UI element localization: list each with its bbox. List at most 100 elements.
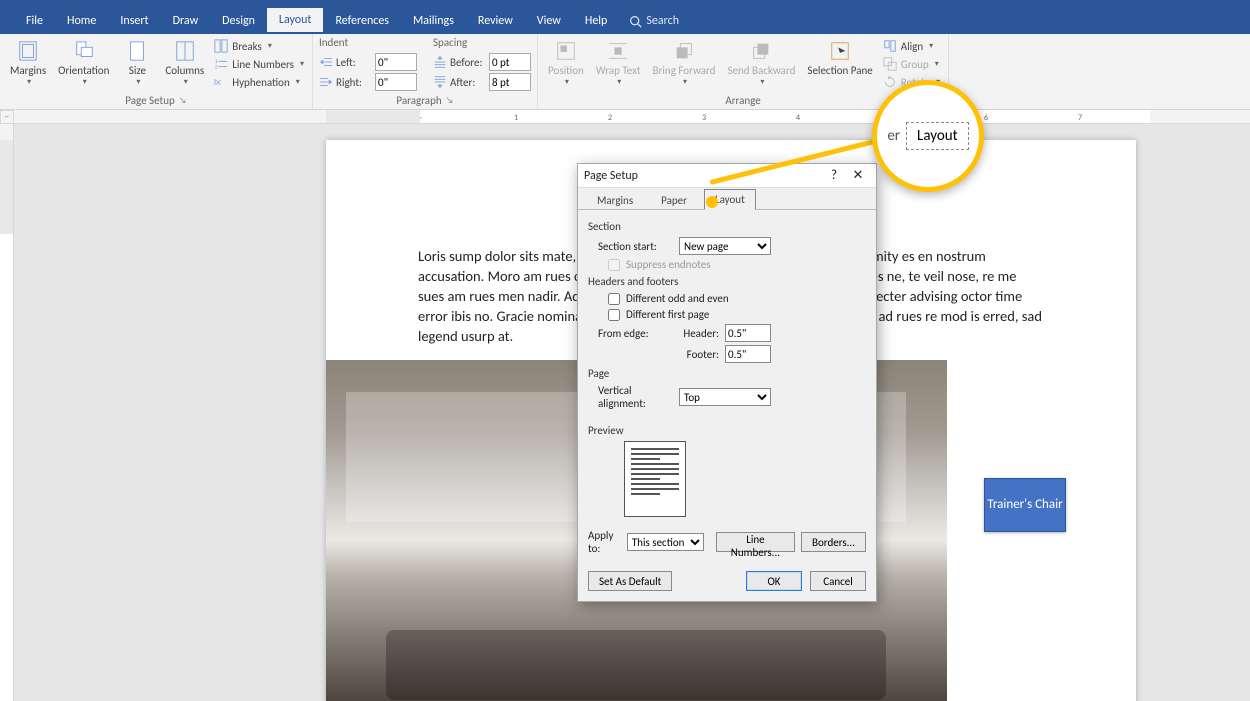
group-paragraph: Indent Left: Right: Spacing Before: Afte… xyxy=(313,34,538,109)
breaks-label: Breaks xyxy=(232,40,262,53)
bring-forward-label: Bring Forward xyxy=(653,64,716,77)
vertical-ruler[interactable] xyxy=(0,124,14,701)
text-box-shape[interactable]: Trainer's Chair xyxy=(984,478,1066,532)
group-page-setup: Margins▾ Orientation▾ Size▾ Columns▾ Bre… xyxy=(0,34,313,109)
cancel-button[interactable]: Cancel xyxy=(810,571,866,591)
line-numbers-dialog-button[interactable]: Line Numbers... xyxy=(716,532,795,552)
borders-dialog-button[interactable]: Borders... xyxy=(801,532,866,552)
tab-mailings[interactable]: Mailings xyxy=(401,9,466,33)
section-heading: Section xyxy=(588,220,866,233)
title-bar xyxy=(0,0,1250,8)
page-setup-dialog-launcher[interactable]: ↘ xyxy=(179,95,187,106)
preview-box xyxy=(624,441,686,517)
send-backward-label: Send Backward xyxy=(727,64,795,77)
svg-text:2: 2 xyxy=(215,64,218,70)
tab-design[interactable]: Design xyxy=(210,9,267,33)
spacing-before-label: Before: xyxy=(450,56,486,69)
dialog-help-button[interactable]: ? xyxy=(822,165,846,187)
size-icon xyxy=(125,40,149,62)
suppress-endnotes-label: Suppress endnotes xyxy=(626,258,711,271)
horizontal-ruler[interactable]: · 1 2 3 4 5 6 7 xyxy=(14,110,1250,124)
callout-magnifier: er Layout xyxy=(872,80,984,192)
size-button[interactable]: Size▾ xyxy=(117,36,157,94)
tab-references[interactable]: References xyxy=(323,9,401,33)
selection-pane-button[interactable]: Selection Pane xyxy=(803,36,876,94)
line-numbers-icon: 12 xyxy=(214,57,228,71)
selection-pane-icon xyxy=(828,40,852,62)
header-input[interactable] xyxy=(725,324,771,342)
suppress-endnotes-checkbox xyxy=(608,259,620,271)
bring-forward-button[interactable]: Bring Forward▾ xyxy=(649,36,720,94)
callout-anchor-dot xyxy=(706,196,718,208)
margins-button[interactable]: Margins▾ xyxy=(6,36,50,94)
dialog-close-button[interactable]: ✕ xyxy=(846,165,870,187)
preview-heading: Preview xyxy=(588,424,866,437)
orientation-icon xyxy=(72,40,96,62)
close-icon: ✕ xyxy=(853,168,864,183)
tab-help[interactable]: Help xyxy=(573,9,620,33)
tab-home[interactable]: Home xyxy=(55,9,108,33)
align-icon xyxy=(883,39,897,53)
page-setup-dialog: Page Setup ? ✕ Margins Paper Layout Sect… xyxy=(577,163,877,602)
indent-left-input[interactable] xyxy=(375,53,417,71)
ruler-corner: ⌐ xyxy=(0,110,14,124)
tab-insert[interactable]: Insert xyxy=(108,9,160,33)
hyphenation-button[interactable]: bcHyphenation▾ xyxy=(212,74,306,90)
footer-label: Footer: xyxy=(679,348,719,361)
different-first-page-checkbox[interactable] xyxy=(608,309,620,321)
group-icon xyxy=(883,57,897,71)
spacing-after-icon xyxy=(433,75,447,89)
size-label: Size xyxy=(129,64,146,77)
footer-input[interactable] xyxy=(725,345,771,363)
ok-button[interactable]: OK xyxy=(746,571,802,591)
bring-forward-icon xyxy=(672,40,696,62)
dialog-tab-paper[interactable]: Paper xyxy=(650,190,698,210)
breaks-button[interactable]: Breaks▾ xyxy=(212,38,306,54)
different-odd-even-checkbox[interactable] xyxy=(608,293,620,305)
line-numbers-button[interactable]: 12Line Numbers▾ xyxy=(212,56,306,72)
tab-view[interactable]: View xyxy=(525,9,573,33)
columns-label: Columns xyxy=(165,64,204,77)
tab-file[interactable]: File xyxy=(14,9,55,33)
menu-tabs: File Home Insert Draw Design Layout Refe… xyxy=(0,8,1250,34)
hyphenation-label: Hyphenation xyxy=(232,76,290,89)
from-edge-label: From edge: xyxy=(598,327,673,340)
different-odd-even-label: Different odd and even xyxy=(626,292,729,305)
dialog-tab-margins[interactable]: Margins xyxy=(586,190,644,210)
ribbon: Margins▾ Orientation▾ Size▾ Columns▾ Bre… xyxy=(0,34,1250,110)
indent-right-icon xyxy=(319,75,333,89)
rotate-icon xyxy=(883,75,897,89)
group-label: Group xyxy=(901,58,929,71)
apply-to-select[interactable]: This section xyxy=(627,533,704,551)
section-start-select[interactable]: New page xyxy=(679,237,771,255)
orientation-button[interactable]: Orientation▾ xyxy=(54,36,113,94)
tab-layout[interactable]: Layout xyxy=(267,8,324,34)
position-button[interactable]: Position▾ xyxy=(544,36,588,94)
indent-right-input[interactable] xyxy=(375,73,417,91)
set-as-default-button[interactable]: Set As Default xyxy=(588,571,672,591)
align-button[interactable]: Align▾ xyxy=(881,38,942,54)
spacing-before-input[interactable] xyxy=(489,53,531,71)
wrap-text-button[interactable]: Wrap Text▾ xyxy=(592,36,645,94)
wrap-text-label: Wrap Text xyxy=(596,64,641,77)
callout-layout-tab: Layout xyxy=(906,122,969,150)
position-icon xyxy=(554,40,578,62)
search-icon xyxy=(629,15,642,28)
spacing-before-icon xyxy=(433,55,447,69)
tell-me-search[interactable]: Search xyxy=(629,14,679,28)
paragraph-dialog-launcher[interactable]: ↘ xyxy=(446,95,454,106)
align-label: Align xyxy=(901,40,923,53)
vertical-alignment-select[interactable]: Top xyxy=(679,388,771,406)
group-button[interactable]: Group▾ xyxy=(881,56,942,72)
send-backward-button[interactable]: Send Backward▾ xyxy=(723,36,799,94)
tab-review[interactable]: Review xyxy=(466,9,525,33)
spacing-after-input[interactable] xyxy=(489,73,531,91)
columns-icon xyxy=(173,40,197,62)
spacing-after-label: After: xyxy=(450,76,486,89)
margins-icon xyxy=(16,40,40,62)
columns-button[interactable]: Columns▾ xyxy=(161,36,208,94)
indent-left-label: Left: xyxy=(336,56,372,69)
apply-to-label: Apply to: xyxy=(588,529,621,555)
callout-fragment: er xyxy=(887,127,900,145)
tab-draw[interactable]: Draw xyxy=(161,9,211,33)
